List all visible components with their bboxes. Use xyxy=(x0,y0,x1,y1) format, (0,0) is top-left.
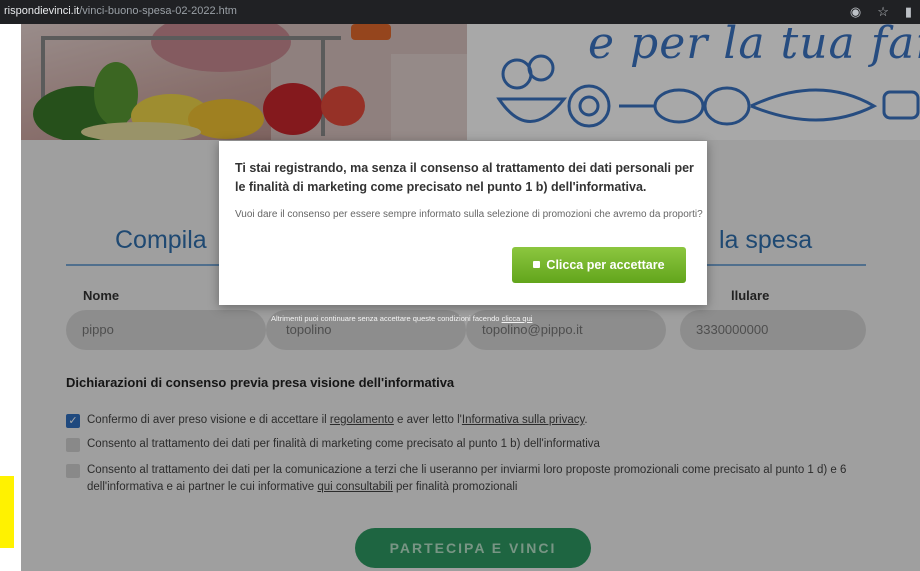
screenshot: rispondievinci.it/vinci-buono-spesa-02-2… xyxy=(0,0,920,571)
continue-text: Altrimenti puoi continuare senza accetta… xyxy=(271,314,502,323)
browser-toolbar-icons: ◉ ☆ ▮ xyxy=(850,4,912,20)
consent-modal: Ti stai registrando, ma senza il consens… xyxy=(219,141,707,305)
continue-without-accepting: Altrimenti puoi continuare senza accetta… xyxy=(271,314,532,323)
modal-title: Ti stai registrando, ma senza il consens… xyxy=(235,161,694,194)
url-domain: rispondievinci.it xyxy=(4,5,80,17)
web-page: e per la tua fami Compila la spesa xyxy=(21,0,920,571)
accept-consent-button[interactable]: Clicca per accettare xyxy=(512,247,686,283)
yellow-highlight-marker xyxy=(0,476,14,548)
browser-address-bar[interactable]: rispondievinci.it/vinci-buono-spesa-02-2… xyxy=(0,0,920,24)
privacy-eye-icon[interactable]: ◉ xyxy=(850,4,861,20)
bookmark-star-icon[interactable]: ☆ xyxy=(877,4,889,20)
accept-button-label: Clicca per accettare xyxy=(546,258,665,272)
checkbox-icon xyxy=(533,261,541,268)
modal-text: Vuoi dare il consenso per essere sempre … xyxy=(235,209,703,220)
url-path: /vinci-buono-spesa-02-2022.htm xyxy=(79,5,237,17)
extension-icon[interactable]: ▮ xyxy=(905,4,912,20)
clicca-qui-link[interactable]: clicca qui xyxy=(502,314,533,323)
url-text[interactable]: rispondievinci.it/vinci-buono-spesa-02-2… xyxy=(4,5,237,17)
